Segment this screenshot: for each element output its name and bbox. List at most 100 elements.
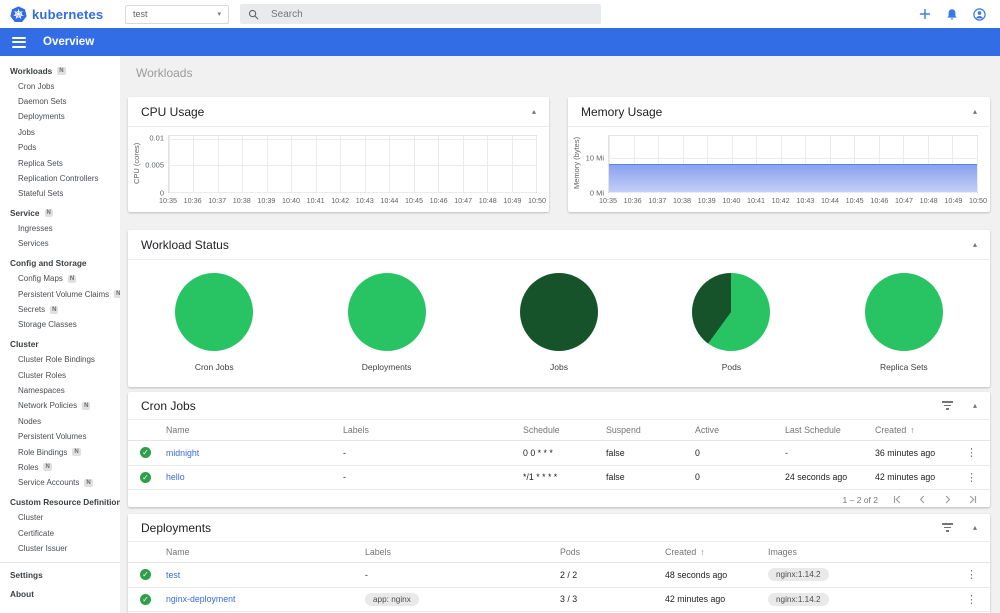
cronjob-name-link[interactable]: hello <box>166 472 185 482</box>
sidebar-item-stateful-sets[interactable]: Stateful Sets <box>0 186 120 201</box>
row-menu-button[interactable]: ⋮ <box>962 594 981 606</box>
sidebar-item-custom-resource-definitions[interactable]: Custom Resource Definitions <box>0 495 120 510</box>
sidebar-item-storage-classes[interactable]: Storage Classes <box>0 317 120 332</box>
deployment-row[interactable]: ✓ nginx-deployment app: nginx 3 / 3 42 minut… <box>128 588 990 612</box>
column-header[interactable]: Labels <box>343 425 523 435</box>
namespace-selector[interactable]: test ▾ <box>125 4 229 24</box>
sidebar-item-service[interactable]: Service N <box>0 206 120 221</box>
account-button[interactable] <box>973 7 986 21</box>
sidebar-item-cluster-role-bindings[interactable]: Cluster Role Bindings <box>0 352 120 367</box>
pie-chart <box>692 273 771 351</box>
sidebar-item-about[interactable]: About <box>0 587 120 602</box>
deployment-name-link[interactable]: test <box>166 570 180 580</box>
pie-label: Cron Jobs <box>194 362 234 372</box>
sidebar-item-ingresses[interactable]: Ingresses <box>0 221 120 236</box>
workload-status-card: Workload Status ▴ Cron Jobs Deployments Jo… <box>128 230 990 387</box>
column-header[interactable]: Name <box>166 547 365 557</box>
row-menu-button[interactable]: ⋮ <box>962 447 981 459</box>
workload-pie-cron-jobs: Cron Jobs <box>128 273 300 372</box>
sidebar-item-roles[interactable]: Roles N <box>0 460 120 475</box>
sidebar-divider <box>0 562 120 564</box>
filter-icon[interactable] <box>941 401 953 410</box>
collapse-card-icon[interactable]: ▴ <box>973 523 977 532</box>
cronjob-row[interactable]: ✓ midnight - 0 0 * * * false 0 - 36 minutes ago… <box>128 441 990 466</box>
last-schedule-cell: 24 seconds ago <box>785 472 848 483</box>
sidebar-item-nodes[interactable]: Nodes <box>0 414 120 429</box>
pie-label: Deployments <box>361 362 412 372</box>
cronjob-name-link[interactable]: midnight <box>166 448 199 458</box>
deployment-row[interactable]: ✓ test - 2 / 2 48 seconds ago nginx:1.14.2 ⋮ <box>128 563 990 588</box>
row-menu-button[interactable]: ⋮ <box>962 569 981 581</box>
column-header[interactable]: Pods <box>560 547 665 557</box>
sidebar-item-replication-controllers[interactable]: Replication Controllers <box>0 171 120 186</box>
sidebar-item-secrets[interactable]: Secrets N <box>0 302 120 317</box>
last-page-button[interactable] <box>967 494 978 505</box>
next-page-button[interactable] <box>942 494 953 505</box>
memory-usage-card: Memory Usage ▴ Memory (bytes) 10 Mi 0 Mi … <box>568 97 990 212</box>
sidebar-item-certificate[interactable]: Certificate <box>0 525 120 540</box>
sidebar-item-config-and-storage[interactable]: Config and Storage <box>0 256 120 271</box>
sidebar-item-services[interactable]: Services <box>0 236 120 251</box>
column-header-created[interactable]: Created ↑ <box>875 425 962 435</box>
logo-text: kubernetes <box>32 6 104 22</box>
sidebar-item-cluster[interactable]: Cluster <box>0 510 120 525</box>
filter-icon[interactable] <box>941 523 953 532</box>
collapse-card-icon[interactable]: ▴ <box>973 401 977 410</box>
sidebar-item-label: Workloads <box>10 65 53 76</box>
sidebar-item-namespaces[interactable]: Namespaces <box>0 383 120 398</box>
sidebar-item-daemon-sets[interactable]: Daemon Sets <box>0 94 120 109</box>
kubernetes-logo[interactable]: kubernetes <box>0 5 122 23</box>
column-header[interactable]: Schedule <box>523 425 606 435</box>
collapse-card-icon[interactable]: ▴ <box>973 107 977 116</box>
workload-status-title: Workload Status <box>141 237 229 252</box>
sidebar-item-replica-sets[interactable]: Replica Sets <box>0 155 120 170</box>
collapse-card-icon[interactable]: ▴ <box>973 240 977 249</box>
sidebar-item-service-accounts[interactable]: Service Accounts N <box>0 475 120 490</box>
sidebar-item-persistent-volumes[interactable]: Persistent Volumes <box>0 429 120 444</box>
column-header[interactable]: Last Schedule <box>785 425 875 435</box>
sidebar-item-cluster[interactable]: Cluster <box>0 337 120 352</box>
sidebar-item-deployments[interactable]: Deployments <box>0 109 120 124</box>
cpu-usage-title: CPU Usage <box>141 104 205 119</box>
sidebar-item-role-bindings[interactable]: Role Bindings N <box>0 444 120 459</box>
namespaced-badge: N <box>67 274 77 283</box>
notifications-button[interactable] <box>946 8 958 21</box>
previous-page-button[interactable] <box>917 494 928 505</box>
sidebar-item-settings[interactable]: Settings <box>0 567 120 582</box>
create-resource-button[interactable] <box>919 8 931 20</box>
column-header[interactable]: Labels <box>365 547 560 557</box>
column-header[interactable]: Images <box>768 547 962 557</box>
sidebar-item-config-maps[interactable]: Config Maps N <box>0 271 120 286</box>
sidebar-item-cron-jobs[interactable]: Cron Jobs <box>0 78 120 93</box>
plus-icon <box>920 9 930 19</box>
status-success-icon: ✓ <box>140 447 151 459</box>
deployment-name-link[interactable]: nginx-deployment <box>166 594 235 604</box>
sort-asc-icon: ↑ <box>910 425 915 435</box>
cron-jobs-header-row: Name Labels Schedule Suspend Active Last… <box>128 420 990 441</box>
sidebar-item-label: Roles <box>18 462 39 472</box>
sidebar-item-label: Cluster Issuer <box>18 543 68 553</box>
images-cell: nginx:1.14.2 <box>768 592 962 606</box>
cronjob-row[interactable]: ✓ hello - */1 * * * * false 0 24 seconds ago 42… <box>128 466 990 490</box>
sidebar-item-persistent-volume-claims[interactable]: Persistent Volume Claims N <box>0 286 120 301</box>
sidebar-item-jobs[interactable]: Jobs <box>0 125 120 140</box>
sidebar-item-label: Storage Classes <box>18 320 77 330</box>
column-header-created[interactable]: Created ↑ <box>665 547 768 557</box>
collapse-card-icon[interactable]: ▴ <box>532 107 536 116</box>
sidebar-item-label: Cluster <box>10 339 39 350</box>
column-header[interactable]: Name <box>166 425 343 435</box>
menu-toggle-button[interactable] <box>12 36 26 48</box>
sidebar-item-cluster-issuer[interactable]: Cluster Issuer <box>0 541 120 556</box>
search-bar[interactable] <box>240 4 601 24</box>
row-menu-button[interactable]: ⋮ <box>962 472 981 484</box>
sidebar-item-pods[interactable]: Pods <box>0 140 120 155</box>
sidebar-item-network-policies[interactable]: Network Policies N <box>0 398 120 413</box>
deployments-title: Deployments <box>141 520 212 535</box>
sidebar-item-cluster-roles[interactable]: Cluster Roles <box>0 367 120 382</box>
column-header[interactable]: Suspend <box>606 425 695 435</box>
search-input[interactable] <box>269 7 533 21</box>
column-header[interactable]: Active <box>695 425 785 435</box>
image-chip: nginx:1.14.2 <box>768 592 829 606</box>
sidebar-item-workloads[interactable]: Workloads N <box>0 63 120 78</box>
first-page-button[interactable] <box>892 494 903 505</box>
